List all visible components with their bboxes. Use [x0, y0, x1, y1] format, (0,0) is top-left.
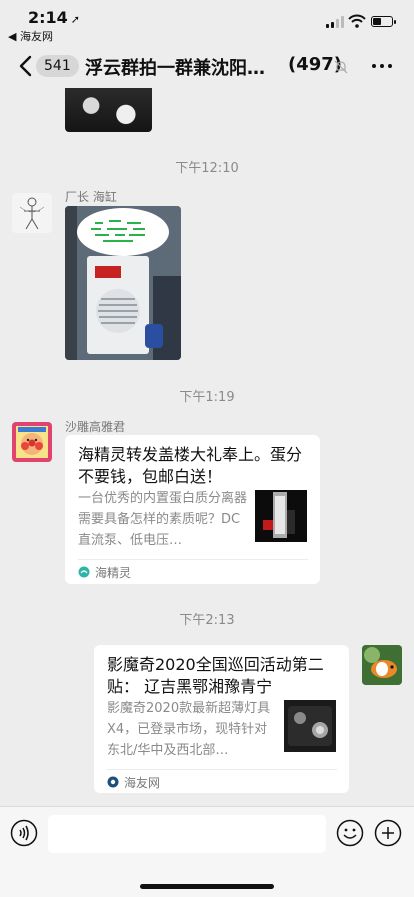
- source-app-icon: [78, 566, 90, 578]
- emoji-icon[interactable]: [336, 819, 364, 847]
- card-source: 海友网: [124, 776, 161, 790]
- sender-name: 厂长 海缸: [65, 190, 117, 204]
- lamp-thumbnail: [284, 700, 336, 752]
- card-thumbnail: [284, 700, 336, 752]
- status-bar: 2:14 ➚ ◀ 海友网: [0, 0, 414, 44]
- avatar[interactable]: [12, 193, 52, 233]
- link-card[interactable]: 海精灵转发盖楼大礼奉上。蛋分不要钱，包邮白送！ 一台优秀的内置蛋白质分离器需要具…: [65, 435, 320, 584]
- mute-bell-icon: [334, 60, 348, 74]
- voice-input-icon[interactable]: [10, 819, 38, 847]
- home-indicator[interactable]: [140, 884, 274, 889]
- divider: [78, 559, 308, 560]
- card-title: 影魔奇2020全国巡回活动第二贴： 辽吉黑鄂湘豫青宁: [107, 655, 324, 696]
- divider: [107, 769, 337, 770]
- cartoon-character-icon: [16, 426, 48, 458]
- chat-header: 541 浮云群拍一群兼沈阳团… (497): [0, 44, 414, 88]
- sender-name: 沙雕高雅君: [65, 420, 126, 434]
- image-message[interactable]: [65, 206, 181, 360]
- skimmer-thumbnail: [255, 490, 307, 542]
- back-chevron-icon[interactable]: [16, 54, 38, 78]
- fish-photo-icon: [362, 645, 402, 685]
- source-app-icon: [107, 776, 119, 788]
- previous-image-message[interactable]: [65, 88, 152, 132]
- status-time: 2:14 ➚: [28, 8, 81, 27]
- chat-input-bar: [0, 806, 414, 897]
- card-source: 海精灵: [95, 566, 132, 580]
- unread-count-badge[interactable]: 541: [36, 55, 79, 77]
- back-to-app-link[interactable]: ◀ 海友网: [8, 28, 53, 44]
- card-description: 影魔奇2020款最新超薄灯具X4，已登录市场，现特针对东北/华中及西北部…: [107, 701, 271, 758]
- message-input[interactable]: [48, 815, 326, 853]
- sketch-figure-icon: [19, 197, 45, 230]
- cellular-signal-icon: [326, 16, 344, 28]
- location-arrow-icon: ➚: [70, 13, 81, 26]
- more-actions-plus-icon[interactable]: [374, 819, 402, 847]
- card-title: 海精灵转发盖楼大礼奉上。蛋分不要钱，包邮白送！: [78, 445, 303, 486]
- timestamp: 下午1:19: [179, 390, 235, 405]
- battery-icon: [371, 16, 396, 27]
- chiller-photo: [65, 206, 181, 360]
- timestamp: 下午2:13: [179, 613, 235, 628]
- wifi-icon: [348, 14, 366, 28]
- avatar[interactable]: [12, 422, 52, 462]
- card-thumbnail: [255, 490, 307, 542]
- chat-title: 浮云群拍一群兼沈阳团…: [85, 58, 280, 79]
- link-card[interactable]: 影魔奇2020全国巡回活动第二贴： 辽吉黑鄂湘豫青宁 影魔奇2020款最新超薄灯…: [94, 645, 349, 793]
- card-description: 一台优秀的内置蛋白质分离器需要具备怎样的素质呢？DC直流泵、低电压…: [78, 491, 248, 548]
- timestamp: 下午12:10: [175, 161, 239, 176]
- my-avatar[interactable]: [362, 645, 402, 685]
- more-options-icon[interactable]: [372, 64, 392, 70]
